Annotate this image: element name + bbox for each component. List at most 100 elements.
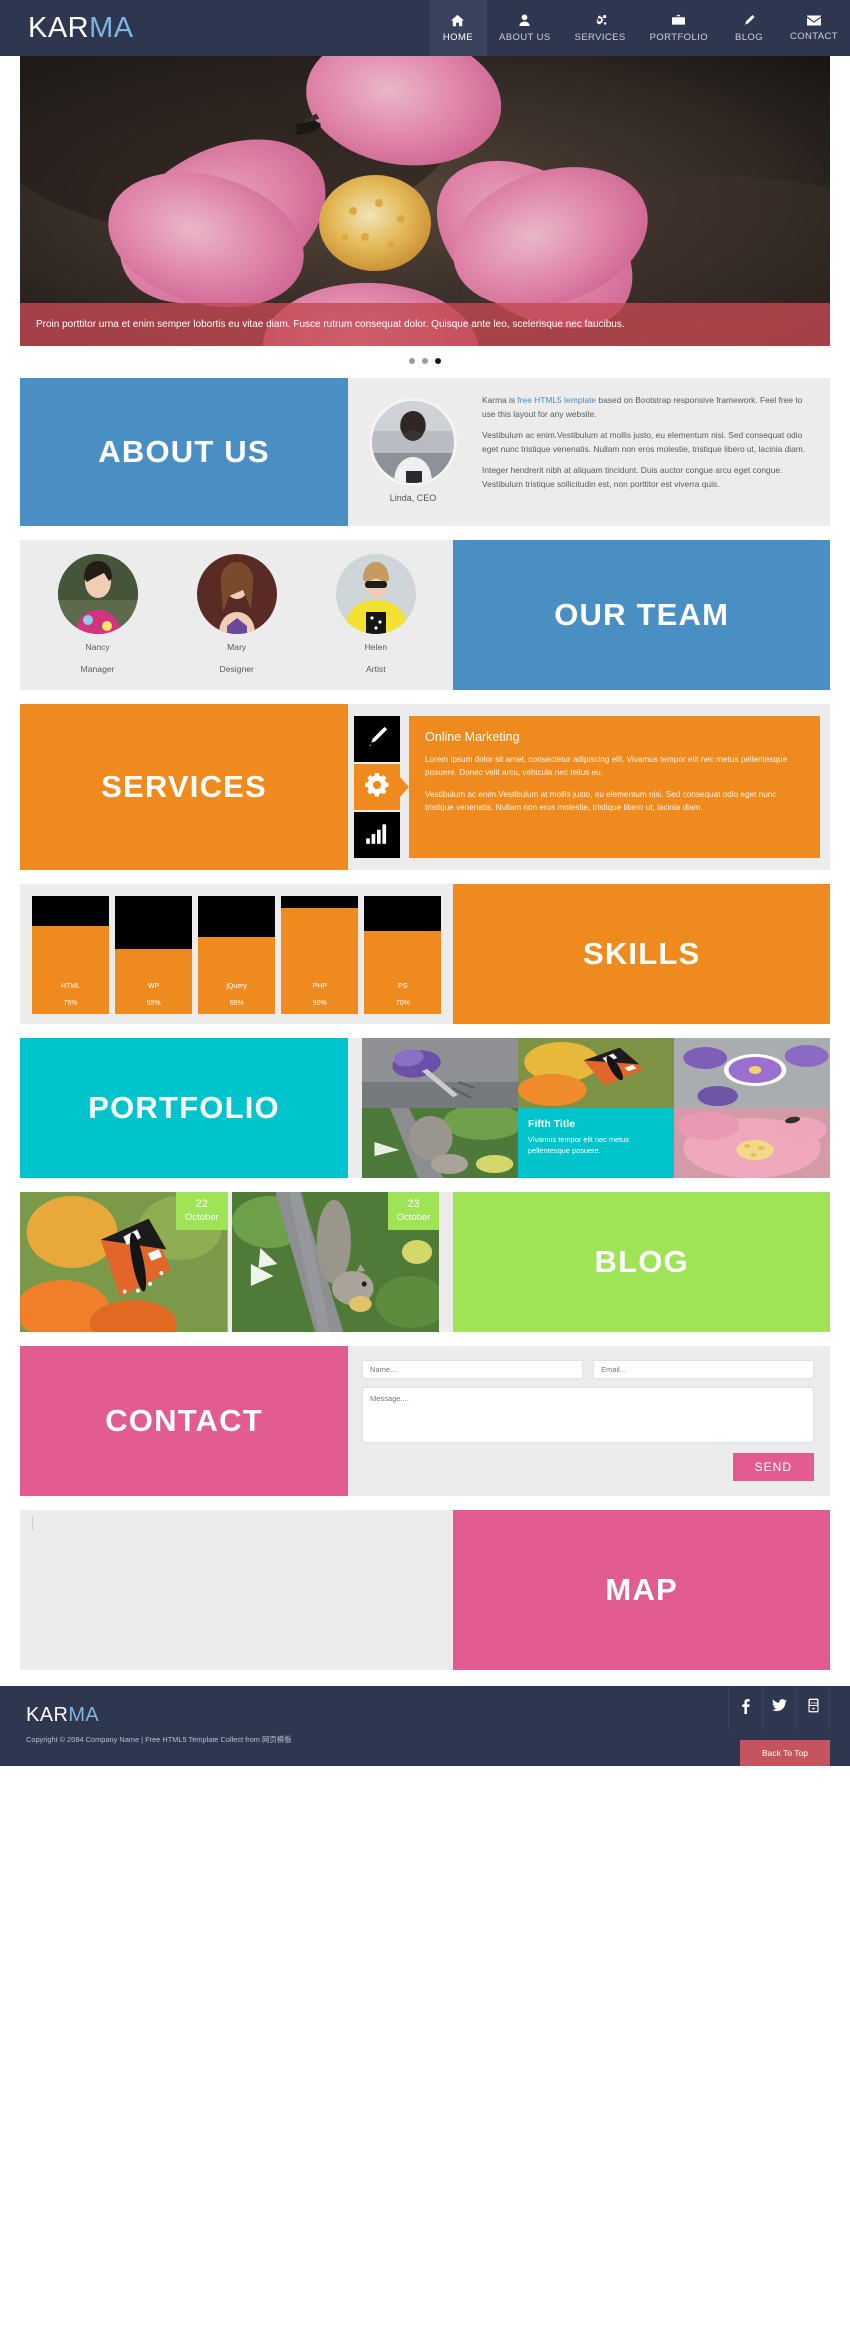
nav-item-services[interactable]: SERVICES — [563, 0, 638, 56]
services-heading: SERVICES — [101, 769, 267, 804]
portfolio-section: PORTFOLIO Fifth Title Vivamus tempor eli… — [0, 1038, 850, 1178]
gears-icon — [593, 14, 607, 27]
skills-section: HTML 75% WP 55% jQuery 65% PHP 90% PS 70… — [0, 884, 850, 1024]
slider-dot-2[interactable] — [422, 358, 428, 364]
message-textarea[interactable] — [362, 1387, 814, 1443]
skill-value: 70% — [395, 1000, 410, 1007]
site-logo[interactable]: KARMA — [28, 12, 134, 45]
skill-bar: PS 70% — [364, 896, 442, 1014]
map-canvas[interactable] — [20, 1510, 454, 1670]
skill-label: WP — [147, 983, 160, 990]
nav-label: HOME — [442, 31, 474, 43]
send-button[interactable]: SEND — [732, 1453, 814, 1481]
user-icon — [519, 14, 530, 27]
youtube-link[interactable]: You — [796, 1686, 830, 1730]
team-member-list: Nancy Manager Mary Designer Helen Artist — [20, 540, 453, 690]
service-tab-gear[interactable] — [354, 764, 401, 810]
logo-text-accent: MA — [89, 11, 134, 44]
about-heading: ABOUT US — [98, 434, 270, 469]
services-heading-panel: SERVICES — [20, 704, 349, 870]
blog-heading: BLOG — [594, 1244, 689, 1279]
skill-label: HTML — [61, 983, 81, 990]
footer-logo[interactable]: KARMA — [26, 1704, 292, 1727]
blog-date-day: 22 — [195, 1198, 208, 1210]
skill-label: PS — [398, 983, 408, 990]
bar-chart-icon — [364, 820, 390, 851]
nav-item-about-us[interactable]: ABOUT US — [487, 0, 563, 56]
member-photo-helen — [335, 554, 416, 634]
home-icon — [451, 14, 465, 27]
pencil-icon — [743, 14, 755, 27]
portfolio-overlay-text: Vivamus tempor elit nec metus pellentesq… — [528, 1135, 629, 1155]
blog-date-month: October — [396, 1211, 431, 1223]
skill-bar: HTML 75% — [32, 896, 110, 1014]
team-member[interactable]: Helen Artist — [306, 554, 445, 690]
facebook-icon — [741, 1698, 750, 1719]
nav-label: ABOUT US — [498, 31, 551, 43]
twitter-link[interactable] — [762, 1686, 796, 1730]
team-member[interactable]: Nancy Manager — [28, 554, 167, 690]
portfolio-item[interactable] — [362, 1108, 519, 1178]
slider-dot-3[interactable] — [435, 358, 441, 364]
team-heading-panel: OUR TEAM — [453, 540, 830, 690]
nav-label: BLOG — [734, 31, 763, 43]
services-section: SERVICES Online Marketing Lorem ipsum do… — [0, 704, 850, 870]
portfolio-item[interactable] — [674, 1108, 830, 1178]
name-input[interactable] — [362, 1360, 584, 1379]
blog-post[interactable]: 23 October — [231, 1192, 440, 1332]
team-heading: OUR TEAM — [554, 597, 730, 632]
about-text-block: Karma is free HTML5 template based on Bo… — [482, 392, 816, 512]
portfolio-item[interactable] — [518, 1038, 675, 1108]
briefcase-icon — [672, 14, 686, 27]
nav-item-contact[interactable]: CONTACT — [778, 0, 850, 56]
hero-section: Proin porttitor urna et enim semper lobo… — [0, 56, 850, 378]
skill-label: jQuery — [226, 983, 247, 990]
team-member[interactable]: Mary Designer — [167, 554, 306, 690]
portfolio-item[interactable] — [674, 1038, 830, 1108]
service-card-title: Online Marketing — [425, 730, 520, 744]
services-icon-tabs — [354, 716, 401, 858]
about-photo-block: Linda, CEO — [358, 392, 468, 512]
about-p1-before: Karma is — [482, 395, 518, 405]
service-tab-chart[interactable] — [354, 812, 401, 858]
about-section: ABOUT US Linda, CEO Karma is free HTML5 … — [0, 378, 850, 526]
blog-post-list: 22 October 23 October — [20, 1192, 440, 1332]
nav-item-blog[interactable]: BLOG — [720, 0, 778, 56]
email-input[interactable] — [593, 1360, 815, 1379]
nav-item-portfolio[interactable]: PORTFOLIO — [638, 0, 720, 56]
portfolio-item[interactable] — [362, 1038, 519, 1108]
member-name: Mary — [227, 642, 247, 652]
portfolio-item-featured[interactable]: Fifth Title Vivamus tempor elit nec metu… — [518, 1108, 675, 1178]
member-role: Artist — [366, 664, 386, 674]
member-photo-mary — [196, 554, 277, 634]
slider-dot-1[interactable] — [409, 358, 415, 364]
contact-heading: CONTACT — [105, 1403, 263, 1438]
html5-template-link[interactable]: free HTML5 template — [517, 395, 596, 405]
blog-section: 22 October 23 October BLOG — [0, 1192, 850, 1332]
svg-text:You: You — [810, 1701, 817, 1705]
about-paragraph-2: Vestibulum ac enim.Vestibulum at mollis … — [482, 430, 806, 454]
ceo-avatar — [369, 398, 458, 486]
contact-section: CONTACT SEND — [0, 1346, 850, 1496]
nav-menu: HOME ABOUT US SERVICES PORTFOLIO BLOG CO… — [428, 0, 850, 56]
avatar-image-linda — [372, 401, 455, 483]
envelope-icon — [806, 14, 821, 26]
service-card-paragraph-1: Lorem ipsum dolor sit amet, consectetur … — [425, 755, 788, 778]
site-footer: KARMA Copyright © 2084 Company Name | Fr… — [0, 1686, 850, 1766]
service-tab-pencil[interactable] — [354, 716, 401, 762]
contact-heading-panel: CONTACT — [20, 1346, 349, 1496]
skill-value: 55% — [146, 1000, 161, 1007]
hero-slider[interactable]: Proin porttitor urna et enim semper lobo… — [20, 56, 830, 346]
blog-post-date: 22 October — [175, 1192, 228, 1230]
footer-logo-accent: MA — [68, 1704, 100, 1726]
skill-value: 90% — [312, 1000, 327, 1007]
skill-value: 75% — [63, 1000, 78, 1007]
back-to-top-button[interactable]: Back To Top — [740, 1740, 830, 1766]
facebook-link[interactable] — [728, 1686, 762, 1730]
map-heading: MAP — [605, 1572, 678, 1607]
blog-post[interactable]: 22 October — [20, 1192, 228, 1332]
copyright-text: Copyright © 2084 Company Name | Free HTM… — [26, 1735, 292, 1744]
twitter-icon — [772, 1699, 787, 1717]
portfolio-grid: Fifth Title Vivamus tempor elit nec metu… — [362, 1038, 830, 1178]
nav-item-home[interactable]: HOME — [428, 0, 487, 56]
